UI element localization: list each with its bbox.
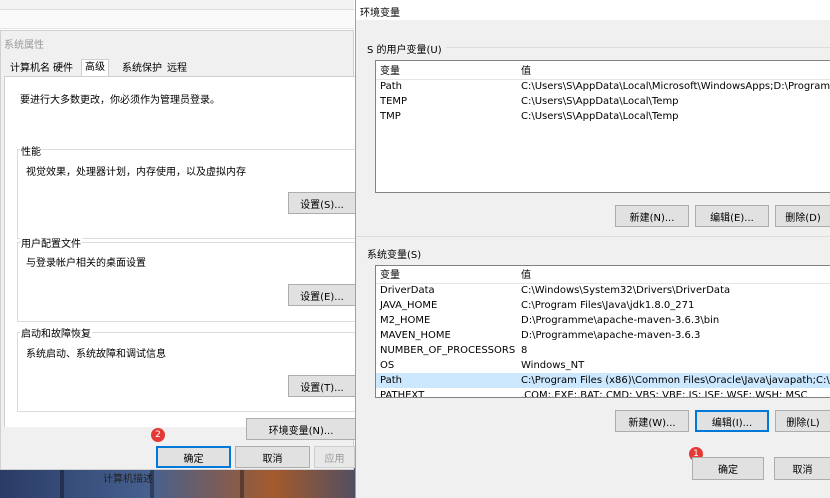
system-var-row[interactable]: JAVA_HOME C:\Program Files\Java\jdk1.8.0…: [376, 298, 830, 313]
apply-button[interactable]: 应用: [314, 446, 355, 468]
system-variables-list[interactable]: 变量 值 DriverData C:\Windows\System32\Driv…: [375, 265, 830, 398]
tab-system-protection[interactable]: 系统保护: [119, 61, 165, 76]
var-name: DriverData: [380, 285, 435, 296]
column-header-variable[interactable]: 变量: [380, 268, 400, 283]
environment-variables-button[interactable]: 环境变量(N)...: [246, 418, 356, 440]
startup-recovery-group: [17, 332, 357, 412]
var-name: Path: [380, 81, 402, 92]
user-new-button[interactable]: 新建(N)...: [615, 205, 689, 227]
user-section-divider: [446, 47, 830, 48]
performance-settings-button[interactable]: 设置(S)...: [288, 192, 356, 214]
user-profiles-label: 用户配置文件: [20, 235, 82, 250]
var-name: TMP: [380, 111, 401, 122]
env-cancel-button[interactable]: 取消: [774, 457, 830, 480]
column-header-variable[interactable]: 变量: [380, 64, 400, 79]
system-var-row[interactable]: OS Windows_NT: [376, 358, 830, 373]
system-list-header: 变量 值: [376, 268, 830, 284]
var-name: MAVEN_HOME: [380, 330, 451, 341]
background-window: [0, 0, 354, 10]
dialog-title: 系统属性: [4, 40, 44, 51]
background-label: 计算机描述: [103, 474, 153, 485]
user-variables-label: S 的用户变量(U): [367, 45, 442, 56]
background-window-bar: [0, 10, 354, 29]
admin-note: 要进行大多数更改，你必须作为管理员登录。: [20, 95, 220, 106]
var-value: C:\Users\S\AppData\Local\Temp: [521, 111, 679, 122]
system-new-button[interactable]: 新建(W)...: [615, 410, 689, 432]
user-list-header: 变量 值: [376, 64, 830, 80]
var-value: 8: [521, 345, 528, 356]
environment-variables-dialog: 环境变量 S 的用户变量(U) 变量 值 Path C:\Users\S\App…: [355, 0, 830, 498]
column-header-value[interactable]: 值: [521, 64, 531, 79]
var-name: TEMP: [380, 96, 408, 107]
section-divider: [356, 236, 830, 237]
system-edit-button[interactable]: 编辑(I)...: [695, 410, 769, 432]
advanced-tab-panel: 要进行大多数更改，你必须作为管理员登录。 性能 视觉效果，处理器计划，内存使用，…: [4, 77, 357, 440]
system-var-row[interactable]: PATHEXT .COM;.EXE;.BAT;.CMD;.VBS;.VBE;.J…: [376, 388, 830, 398]
cancel-button[interactable]: 取消: [235, 446, 310, 468]
system-var-row[interactable]: MAVEN_HOME D:\Programme\apache-maven-3.6…: [376, 328, 830, 343]
tab-remote[interactable]: 远程: [164, 61, 190, 76]
tab-hardware[interactable]: 硬件: [50, 61, 76, 76]
system-var-row-selected[interactable]: Path C:\Program Files (x86)\Common Files…: [376, 373, 830, 388]
env-ok-button[interactable]: 确定: [692, 457, 764, 480]
system-var-row[interactable]: M2_HOME D:\Programme\apache-maven-3.6.3\…: [376, 313, 830, 328]
var-name: PATHEXT: [380, 390, 425, 398]
var-value: C:\Program Files\Java\jdk1.8.0_271: [521, 300, 695, 311]
var-name: OS: [380, 360, 395, 371]
performance-label: 性能: [20, 143, 42, 158]
user-var-row[interactable]: TEMP C:\Users\S\AppData\Local\Temp: [376, 94, 830, 109]
startup-recovery-settings-button[interactable]: 设置(T)...: [288, 375, 356, 397]
var-value: C:\Users\S\AppData\Local\Microsoft\Windo…: [521, 81, 830, 92]
var-value: D:\Programme\apache-maven-3.6.3: [521, 330, 701, 341]
user-var-row[interactable]: TMP C:\Users\S\AppData\Local\Temp: [376, 109, 830, 124]
var-name: Path: [380, 375, 402, 386]
tab-computer-name[interactable]: 计算机名: [7, 61, 53, 76]
env-dialog-title: 环境变量: [360, 8, 400, 19]
ok-button[interactable]: 确定: [156, 446, 231, 468]
var-value: .COM;.EXE;.BAT;.CMD;.VBS;.VBE;.JS;.JSE;.…: [521, 390, 808, 398]
user-delete-button[interactable]: 删除(D): [775, 205, 830, 227]
column-header-value[interactable]: 值: [521, 268, 531, 283]
system-var-row[interactable]: NUMBER_OF_PROCESSORS 8: [376, 343, 830, 358]
var-value: C:\Program Files (x86)\Common Files\Orac…: [521, 375, 830, 386]
var-value: D:\Programme\apache-maven-3.6.3\bin: [521, 315, 720, 326]
user-variables-list[interactable]: 变量 值 Path C:\Users\S\AppData\Local\Micro…: [375, 60, 830, 193]
var-name: M2_HOME: [380, 315, 431, 326]
system-properties-dialog: 系统属性 计算机名 硬件 高级 系统保护 远程 要进行大多数更改，你必须作为管理…: [0, 30, 357, 470]
var-value: C:\Users\S\AppData\Local\Temp: [521, 96, 679, 107]
user-profiles-settings-button[interactable]: 设置(E)...: [288, 284, 356, 306]
var-name: NUMBER_OF_PROCESSORS: [380, 345, 516, 356]
env-dialog-titlebar: 环境变量: [356, 0, 830, 20]
var-value: C:\Windows\System32\Drivers\DriverData: [521, 285, 731, 296]
user-profiles-description: 与登录帐户相关的桌面设置: [26, 258, 146, 269]
step-badge-2: 2: [151, 428, 165, 442]
system-var-row[interactable]: DriverData C:\Windows\System32\Drivers\D…: [376, 283, 830, 298]
startup-recovery-description: 系统启动、系统故障和调试信息: [26, 349, 166, 360]
system-delete-button[interactable]: 删除(L): [775, 410, 830, 432]
performance-description: 视觉效果，处理器计划，内存使用，以及虚拟内存: [26, 167, 246, 178]
var-name: JAVA_HOME: [380, 300, 438, 311]
user-var-row[interactable]: Path C:\Users\S\AppData\Local\Microsoft\…: [376, 79, 830, 94]
system-variables-label: 系统变量(S): [367, 250, 422, 261]
var-value: Windows_NT: [521, 360, 585, 371]
startup-recovery-label: 启动和故障恢复: [20, 325, 92, 340]
user-edit-button[interactable]: 编辑(E)...: [695, 205, 769, 227]
